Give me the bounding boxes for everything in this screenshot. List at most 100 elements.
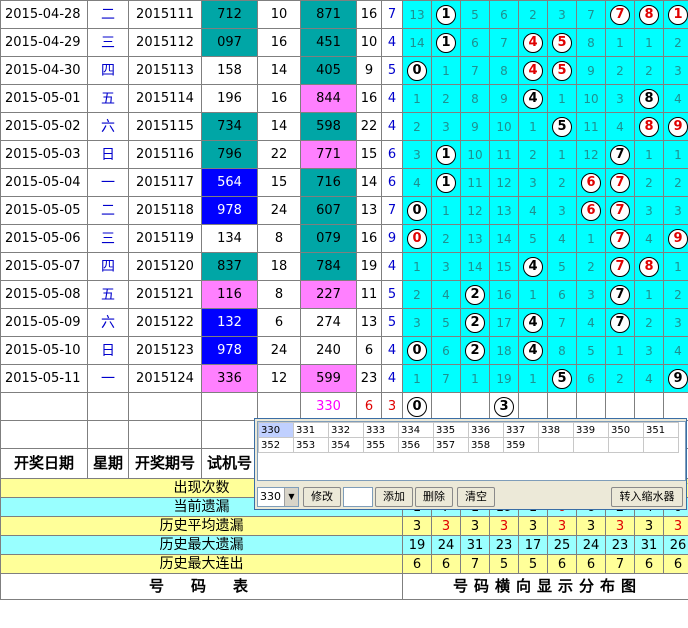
number-list-item[interactable]: 353 <box>293 437 329 453</box>
distribution-cell: 1 <box>605 336 635 365</box>
number-list-item[interactable]: 337 <box>503 422 539 438</box>
number-list-item[interactable]: 356 <box>398 437 434 453</box>
number-list-item[interactable]: 338 <box>538 422 574 438</box>
draw-sum: 23 <box>356 364 382 393</box>
hit-ball: 4 <box>523 256 543 277</box>
distribution-cell: 2 <box>634 168 664 197</box>
number-list-item[interactable]: 357 <box>433 437 469 453</box>
clear-button[interactable]: 清空 <box>457 487 495 507</box>
delete-button[interactable]: 删除 <box>415 487 453 507</box>
distribution-cell: 3 <box>402 140 432 169</box>
distribution-cell: 3 <box>402 308 432 337</box>
stats-value: 6 <box>431 554 461 574</box>
distribution-cell: 1 <box>431 140 461 169</box>
hit-ball: 4 <box>523 88 543 109</box>
distribution-cell: 5 <box>547 112 577 141</box>
distribution-cell: 1 <box>518 112 548 141</box>
stats-value: 5 <box>518 554 548 574</box>
weekday: 六 <box>87 308 129 337</box>
number-list-item[interactable]: 339 <box>573 422 609 438</box>
distribution-cell: 3 <box>663 196 688 225</box>
hit-ball: 1 <box>436 144 456 165</box>
hit-ball: 7 <box>610 312 630 333</box>
draw-span: 4 <box>381 112 403 141</box>
distribution-cell: 5 <box>576 336 606 365</box>
add-button[interactable]: 添加 <box>375 487 413 507</box>
draw-date: 2015-05-11 <box>0 364 88 393</box>
distribution-cell: 3 <box>605 84 635 113</box>
weekday: 日 <box>87 140 129 169</box>
distribution-cell: 2 <box>518 140 548 169</box>
stats-value: 19 <box>402 535 432 555</box>
pending-dist-cell <box>605 392 635 421</box>
number-list-item[interactable]: 352 <box>258 437 294 453</box>
number-list-item[interactable]: 330 <box>258 422 294 438</box>
issue-number: 2015119 <box>128 224 202 253</box>
weekday: 一 <box>87 364 129 393</box>
draw-number: 716 <box>300 168 357 197</box>
draw-row: 2015-05-10 日 2015123 978 24 240 6 4 0 6 2 18 4 8 5 1 3 4 <box>0 336 688 365</box>
modify-button[interactable]: 修改 <box>303 487 341 507</box>
hit-ball: 7 <box>610 200 630 221</box>
number-list-item[interactable]: 336 <box>468 422 504 438</box>
stats-value: 6 <box>576 554 606 574</box>
distribution-cell: 7 <box>605 308 635 337</box>
draw-row: 2015-05-07 四 2015120 837 18 784 19 4 1 3 14 15 4 5 2 7 8… <box>0 252 688 281</box>
distribution-cell: 2 <box>663 28 688 57</box>
distribution-cell: 14 <box>460 252 490 281</box>
hit-ball: 1 <box>668 4 688 25</box>
trial-span: 8 <box>257 224 301 253</box>
distribution-cell: 1 <box>634 140 664 169</box>
pending-dist-cell <box>576 392 606 421</box>
draw-row: 2015-05-08 五 2015121 116 8 227 11 5 2 4 2 16 1 6 3 7 1 2 <box>0 280 688 309</box>
distribution-cell: 1 <box>547 140 577 169</box>
draw-sum: 19 <box>356 252 382 281</box>
distribution-cell: 1 <box>634 28 664 57</box>
number-list-item[interactable]: 358 <box>468 437 504 453</box>
chevron-down-icon[interactable]: ▼ <box>284 488 298 506</box>
draw-number: 871 <box>300 0 357 29</box>
distribution-cell: 5 <box>547 252 577 281</box>
transfer-to-reducer-button[interactable]: 转入缩水器 <box>611 487 683 507</box>
hit-ball: 5 <box>552 32 572 53</box>
pending-hit-ball: 0 <box>407 396 427 417</box>
issue-number: 2015117 <box>128 168 202 197</box>
number-list-row: 330 331 332 333 334 335 336 337 338 339 350 351 <box>258 422 679 438</box>
distribution-cell: 6 <box>576 364 606 393</box>
distribution-cell: 5 <box>547 364 577 393</box>
number-list-item[interactable]: 331 <box>293 422 329 438</box>
number-list-item[interactable]: 351 <box>643 422 679 438</box>
stats-label: 历史最大遗漏 <box>0 535 403 555</box>
stats-value: 3 <box>518 516 548 536</box>
number-list-item[interactable]: 334 <box>398 422 434 438</box>
weekday: 日 <box>87 336 129 365</box>
issue-number: 2015122 <box>128 308 202 337</box>
number-list-item[interactable]: 350 <box>608 422 644 438</box>
distribution-cell: 2 <box>605 364 635 393</box>
distribution-cell: 8 <box>460 84 490 113</box>
number-list-item[interactable]: 335 <box>433 422 469 438</box>
number-list-item[interactable]: 333 <box>363 422 399 438</box>
distribution-cell: 12 <box>460 196 490 225</box>
number-input[interactable] <box>343 487 373 507</box>
stats-row: 历史平均遗漏 3 3 3 3 3 3 3 3 3 3 <box>0 516 688 536</box>
number-list[interactable]: 330 331 332 333 334 335 336 337 338 339 350 351 352… <box>257 421 686 481</box>
distribution-cell: 8 <box>576 28 606 57</box>
distribution-cell: 9 <box>460 112 490 141</box>
distribution-cell: 6 <box>576 168 606 197</box>
distribution-cell: 1 <box>431 168 461 197</box>
number-list-item[interactable]: 354 <box>328 437 364 453</box>
number-list-item[interactable]: 355 <box>363 437 399 453</box>
hit-ball: 4 <box>523 32 543 53</box>
number-list-item[interactable]: 359 <box>503 437 539 453</box>
distribution-cell: 1 <box>431 28 461 57</box>
distribution-cell: 3 <box>663 308 688 337</box>
distribution-cell: 1 <box>663 0 688 29</box>
trial-number-panel: 330 331 332 333 334 335 336 337 338 339 350 351 352… <box>254 418 687 510</box>
number-dropdown[interactable]: 330 ▼ <box>257 487 299 507</box>
number-list-item[interactable]: 332 <box>328 422 364 438</box>
weekday: 四 <box>87 252 129 281</box>
hit-ball: 5 <box>552 116 572 137</box>
distribution-cell: 12 <box>576 140 606 169</box>
draw-span: 9 <box>381 224 403 253</box>
